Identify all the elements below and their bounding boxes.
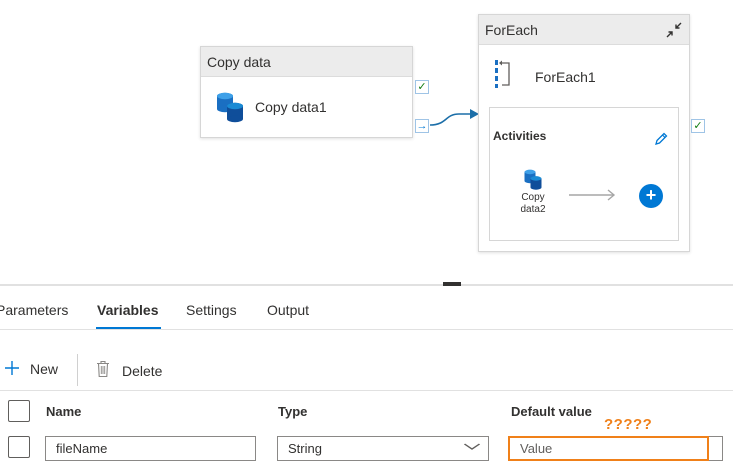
on-success-output-icon[interactable]: ✓ (691, 119, 705, 133)
question-annotation: ????? (604, 416, 653, 433)
collapse-arrows-icon[interactable] (665, 22, 683, 41)
on-success-output-icon[interactable]: ✓ (415, 80, 429, 94)
delete-button-label: Delete (122, 362, 163, 379)
arrow-right-icon (569, 189, 616, 201)
inner-activity-name-line1: Copy (521, 192, 545, 203)
copy-data-activity[interactable]: Copy data Copy data1 (200, 46, 413, 138)
inner-activity-name-line2: data2 (520, 204, 546, 215)
activity-type-header: ForEach (485, 22, 538, 38)
database-copy-icon (523, 168, 543, 190)
tab-settings[interactable]: Settings (186, 302, 237, 318)
column-header-name: Name (46, 404, 82, 419)
foreach-icon (493, 59, 515, 94)
pipeline-canvas[interactable]: Copy data Copy data1 ✓ → ForEach ForEach… (0, 0, 733, 284)
copy-data-activity-name: Copy data1 (255, 99, 327, 115)
add-activity-button[interactable]: + (639, 184, 663, 208)
trash-icon (96, 360, 110, 381)
chevron-down-icon (463, 440, 481, 460)
new-button-label: New (30, 361, 59, 377)
activity-type-header: Copy data (201, 47, 412, 77)
tab-variables[interactable]: Variables (97, 302, 159, 318)
database-copy-icon (215, 91, 245, 123)
divider (0, 329, 733, 330)
properties-tabs: Parameters Variables Settings Output (0, 296, 733, 330)
on-completion-output-icon[interactable]: → (415, 119, 429, 133)
tab-output[interactable]: Output (267, 302, 309, 318)
variable-type-select[interactable]: String (277, 436, 489, 461)
plus-icon (4, 360, 20, 378)
foreach-activity[interactable]: ForEach ForEach1 Activities Copy data2 + (478, 14, 690, 252)
column-header-default-value: Default value (511, 404, 592, 419)
dependency-connector[interactable] (429, 108, 481, 130)
edit-pencil-icon[interactable] (654, 132, 668, 149)
divider (0, 390, 733, 391)
variable-type-value: String (288, 441, 322, 456)
variable-name-input[interactable]: fileName (45, 436, 256, 461)
activities-heading: Activities (493, 129, 547, 143)
panel-splitter[interactable] (0, 284, 733, 286)
toolbar-separator (77, 354, 78, 386)
foreach-activities-container: Activities Copy data2 + (489, 107, 679, 241)
default-value-input[interactable]: Value (508, 436, 709, 461)
foreach-activity-name: ForEach1 (535, 68, 596, 85)
tab-parameters[interactable]: Parameters (0, 302, 68, 318)
default-value-input-edge (709, 436, 723, 461)
delete-variable-button[interactable]: Delete (96, 360, 162, 381)
new-variable-button[interactable]: New (4, 360, 58, 378)
column-header-type: Type (278, 404, 308, 419)
row-select-checkbox[interactable] (8, 436, 30, 458)
inner-copy-data-activity[interactable]: Copy data2 (516, 168, 550, 216)
splitter-handle[interactable] (443, 282, 461, 286)
variables-toolbar: New Delete (0, 352, 733, 388)
